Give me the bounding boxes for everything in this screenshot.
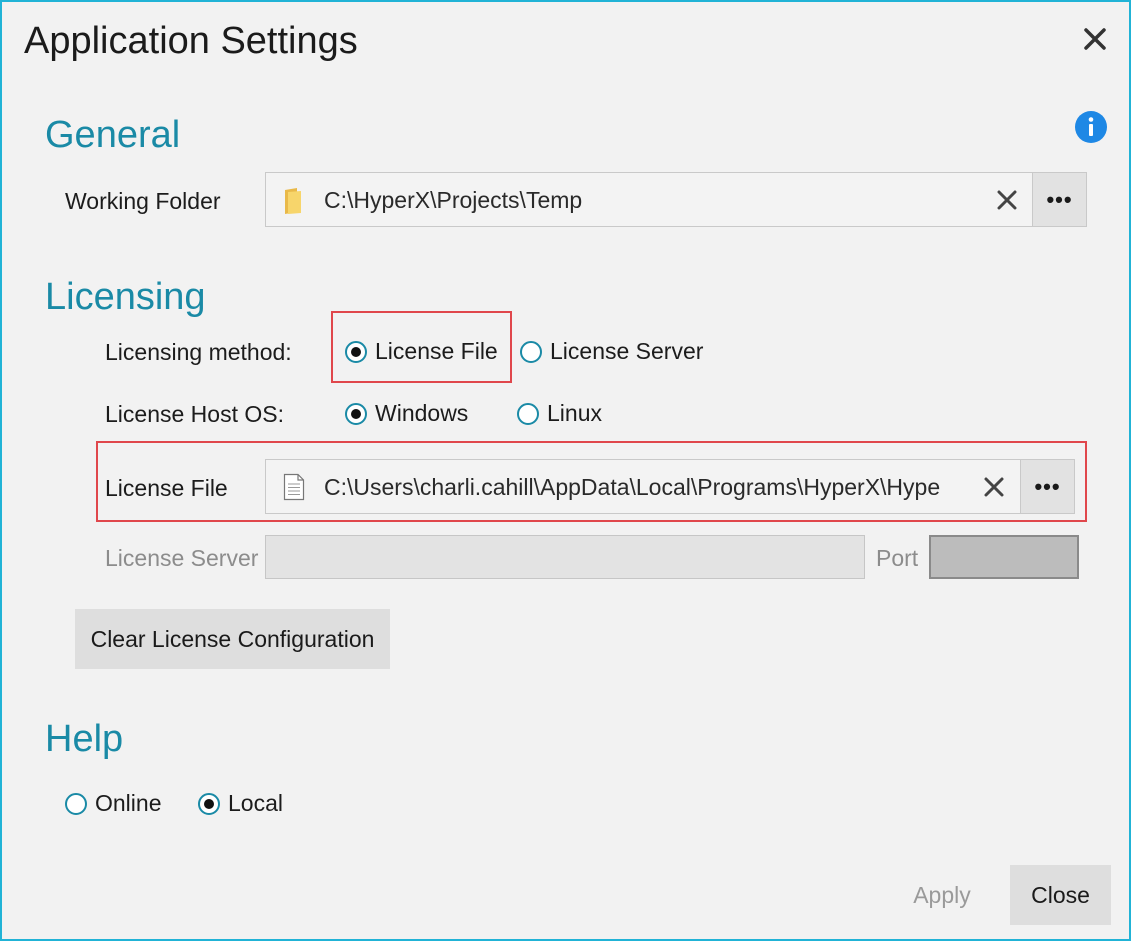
dialog-title: Application Settings [24, 20, 358, 62]
clear-license-file-icon[interactable] [981, 474, 1007, 500]
radio-license-server-label: License Server [550, 338, 704, 364]
close-icon[interactable] [1080, 24, 1110, 54]
section-general-heading: General [45, 114, 181, 156]
radio-linux-label: Linux [547, 400, 602, 426]
port-input[interactable] [929, 535, 1079, 579]
radio-help-online-label: Online [95, 790, 162, 816]
radio-help-online[interactable]: Online [65, 790, 161, 817]
browse-working-folder-button[interactable]: ••• [1032, 173, 1086, 226]
section-licensing-heading: Licensing [45, 276, 206, 318]
info-icon[interactable] [1074, 110, 1108, 144]
radio-help-online-indicator [65, 792, 87, 815]
radio-help-local-label: Local [228, 790, 283, 816]
radio-windows-indicator [345, 402, 367, 425]
radio-linux[interactable]: Linux [517, 400, 602, 427]
settings-dialog: Application Settings General Working Fol… [0, 0, 1131, 941]
license-file-field: C:\Users\charli.cahill\AppData\Local\Pro… [265, 459, 1075, 514]
document-icon [283, 473, 305, 506]
license-server-label: License Server [105, 545, 259, 571]
radio-license-server-indicator [520, 340, 542, 363]
port-label: Port [876, 545, 919, 571]
radio-help-local-indicator [198, 792, 220, 815]
radio-help-local[interactable]: Local [198, 790, 283, 817]
radio-license-server[interactable]: License Server [520, 338, 703, 365]
licensing-method-label: Licensing method: [105, 339, 292, 365]
apply-button[interactable]: Apply [892, 865, 992, 925]
license-server-input[interactable] [265, 535, 865, 579]
section-help-heading: Help [45, 718, 124, 760]
clear-license-configuration-button[interactable]: Clear License Configuration [75, 609, 390, 669]
browse-license-file-button[interactable]: ••• [1020, 460, 1074, 513]
radio-windows-label: Windows [375, 400, 469, 426]
radio-linux-indicator [517, 402, 539, 425]
clear-working-folder-icon[interactable] [994, 187, 1020, 213]
working-folder-field: C:\HyperX\Projects\Temp ••• [265, 172, 1087, 227]
working-folder-label: Working Folder [65, 188, 221, 214]
radio-license-file-label: License File [375, 338, 498, 364]
radio-license-file[interactable]: License File [345, 338, 498, 365]
radio-license-file-indicator [345, 340, 367, 363]
radio-windows[interactable]: Windows [345, 400, 468, 427]
license-file-path[interactable]: C:\Users\charli.cahill\AppData\Local\Pro… [324, 460, 969, 514]
license-file-label: License File [105, 475, 228, 501]
working-folder-path[interactable]: C:\HyperX\Projects\Temp [324, 173, 954, 227]
folder-icon [283, 187, 303, 220]
license-host-os-label: License Host OS: [105, 401, 284, 427]
close-button[interactable]: Close [1010, 865, 1111, 925]
